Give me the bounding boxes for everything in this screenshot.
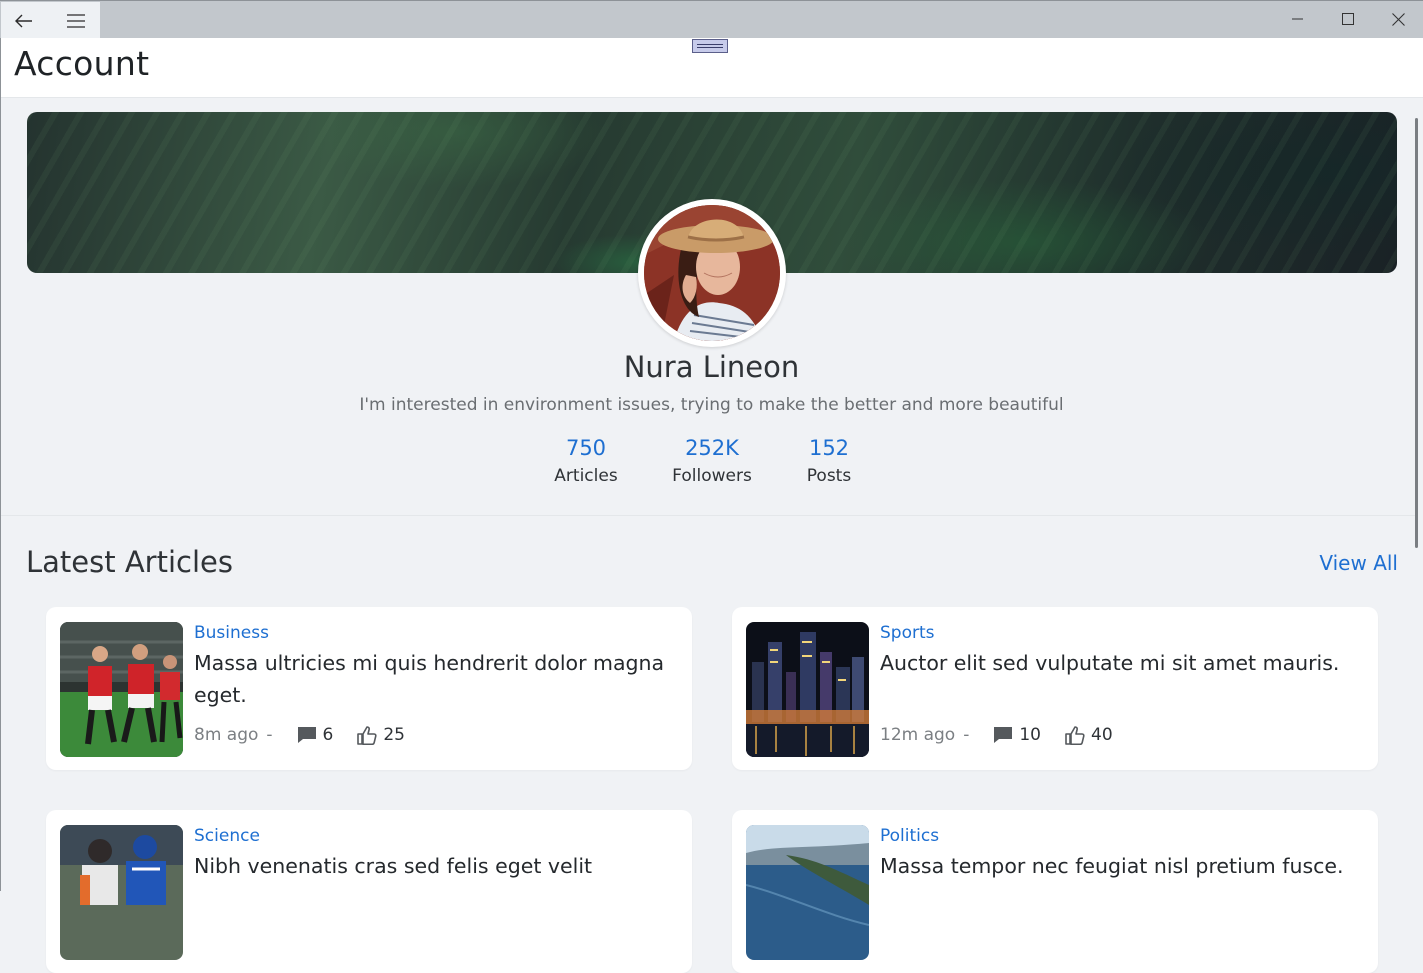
minimize-button[interactable] <box>1273 1 1323 37</box>
like-count: 40 <box>1091 725 1113 745</box>
thumbs-up-icon <box>357 725 377 745</box>
article-body: Business Massa ultricies mi quis hendrer… <box>194 620 678 711</box>
article-category[interactable]: Sports <box>880 620 1364 646</box>
article-thumbnail <box>60 825 183 960</box>
section-divider <box>1 515 1415 516</box>
minimize-icon <box>1292 18 1304 20</box>
page-title: Account <box>14 44 150 83</box>
comment-count: 10 <box>1019 725 1041 745</box>
meta-separator: - <box>266 725 273 745</box>
article-headline[interactable]: Massa tempor nec feugiat nisl pretium fu… <box>880 850 1364 882</box>
article-time: 8m ago <box>194 725 259 745</box>
article-headline[interactable]: Massa ultricies mi quis hendrerit dolor … <box>194 647 678 711</box>
stat-articles[interactable]: 750 Articles <box>526 434 646 486</box>
article-card[interactable]: Science Nibh venenatis cras sed felis eg… <box>46 810 692 973</box>
avatar[interactable] <box>638 199 786 347</box>
title-bar <box>0 0 1423 39</box>
profile-name: Nura Lineon <box>623 350 800 384</box>
comment-icon <box>993 726 1013 744</box>
close-icon <box>1391 12 1405 26</box>
nav-area <box>1 2 100 39</box>
meta-separator: - <box>963 725 970 745</box>
back-button[interactable] <box>1 2 46 39</box>
stat-label: Articles <box>554 466 618 486</box>
article-body: Sports Auctor elit sed vulputate mi sit … <box>880 620 1364 679</box>
stat-followers[interactable]: 252K Followers <box>652 434 772 486</box>
maximize-button[interactable] <box>1323 1 1373 37</box>
likes-group[interactable]: 40 <box>1065 725 1113 745</box>
comment-count: 6 <box>322 725 334 745</box>
article-category[interactable]: Science <box>194 823 678 849</box>
comments-group[interactable]: 10 <box>993 725 1041 745</box>
article-headline[interactable]: Auctor elit sed vulputate mi sit amet ma… <box>880 647 1364 679</box>
drag-handle[interactable] <box>692 39 728 53</box>
hamburger-menu-icon <box>66 13 86 28</box>
article-card[interactable]: Politics Massa tempor nec feugiat nisl p… <box>732 810 1378 973</box>
stat-value: 252K <box>685 436 739 460</box>
article-meta: 8m ago - 6 25 <box>194 725 429 745</box>
stat-label: Followers <box>672 466 752 486</box>
article-card[interactable]: Sports Auctor elit sed vulputate mi sit … <box>732 607 1378 770</box>
likes-group[interactable]: 25 <box>357 725 405 745</box>
like-count: 25 <box>383 725 405 745</box>
stat-value: 152 <box>808 436 850 460</box>
scrollbar[interactable] <box>1415 118 1418 548</box>
article-body: Science Nibh venenatis cras sed felis eg… <box>194 823 678 882</box>
window-border <box>0 38 1 891</box>
stat-value: 750 <box>565 436 607 460</box>
profile-bio: I'm interested in environment issues, tr… <box>359 395 1064 415</box>
close-button[interactable] <box>1373 1 1423 37</box>
article-category[interactable]: Politics <box>880 823 1364 849</box>
article-thumbnail <box>746 825 869 960</box>
back-arrow-icon <box>14 14 33 28</box>
article-time: 12m ago <box>880 725 956 745</box>
thumbs-up-icon <box>1065 725 1085 745</box>
comments-group[interactable]: 6 <box>297 725 334 745</box>
article-meta: 12m ago - 10 40 <box>880 725 1137 745</box>
avatar-photo <box>644 205 780 341</box>
article-thumbnail <box>60 622 183 757</box>
article-thumbnail <box>746 622 869 757</box>
stat-posts[interactable]: 152 Posts <box>769 434 889 486</box>
article-category[interactable]: Business <box>194 620 678 646</box>
article-headline[interactable]: Nibh venenatis cras sed felis eget velit <box>194 850 678 882</box>
article-body: Politics Massa tempor nec feugiat nisl p… <box>880 823 1364 882</box>
article-card[interactable]: Business Massa ultricies mi quis hendrer… <box>46 607 692 770</box>
maximize-icon <box>1342 13 1354 25</box>
latest-articles-title: Latest Articles <box>26 545 233 579</box>
menu-button[interactable] <box>51 2 101 39</box>
stat-label: Posts <box>806 466 852 486</box>
comment-icon <box>297 726 317 744</box>
view-all-link[interactable]: View All <box>1319 551 1398 575</box>
